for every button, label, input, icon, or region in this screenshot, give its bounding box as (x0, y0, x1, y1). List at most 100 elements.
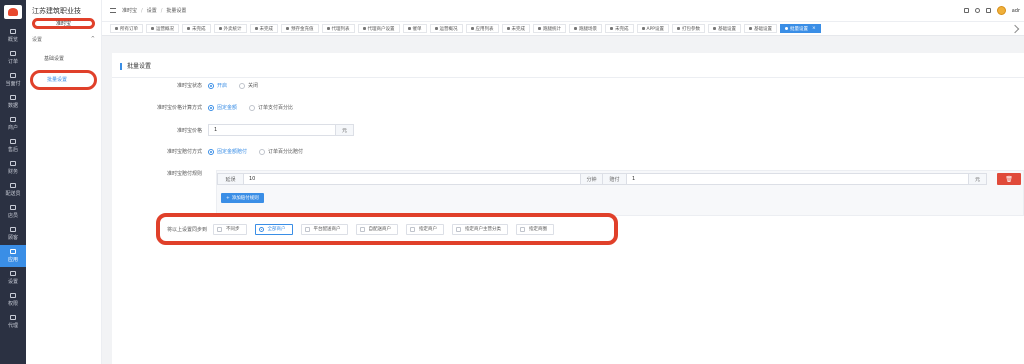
tab-icon (286, 27, 289, 30)
lock-icon[interactable] (985, 8, 991, 13)
delete-rule-button[interactable]: 🗑 (997, 173, 1021, 185)
rail-item[interactable]: 当面付 (0, 69, 26, 91)
tab[interactable]: 外卖统计 (213, 24, 247, 33)
tab-icon (538, 27, 541, 30)
delay-unit: 分钟 (581, 173, 603, 185)
breadcrumb-item: 批量设置 (166, 8, 187, 14)
sync-option[interactable]: 平台配送商户 (300, 223, 348, 235)
card-title: 批量设置 (120, 63, 151, 70)
sync-option-label: 平台配送商户 (313, 227, 341, 232)
tab[interactable]: 未完成 (605, 24, 634, 33)
submenu-title[interactable]: 准时宝 (32, 18, 95, 29)
apps-icon (10, 249, 16, 254)
price-mode-fixed-radio[interactable]: 固定金额 (208, 104, 237, 111)
tab[interactable]: 代理列表 (321, 24, 355, 33)
tab[interactable]: 代理商户设置 (357, 24, 400, 33)
price-row: 准时宝价格 1 元 (112, 124, 354, 136)
breadcrumb-item[interactable]: 准时宝 (122, 7, 137, 14)
tab-icon (641, 27, 645, 30)
status-off-radio[interactable]: 关闭 (239, 82, 258, 89)
rail-item[interactable]: 配送员 (0, 179, 26, 201)
comp-mode-fixed-radio[interactable]: 固定金额赔付 (208, 148, 247, 155)
rail-item[interactable]: 财务 (0, 157, 26, 179)
sync-option-label: 指定商户主营分类 (465, 227, 502, 232)
rail-item[interactable]: 数据 (0, 91, 26, 113)
grid-icon (10, 29, 16, 34)
sync-option[interactable]: 不同步 (213, 223, 247, 235)
tab[interactable]: 未完成 (182, 24, 211, 33)
tab[interactable]: 基础设置 (708, 24, 742, 33)
sync-option[interactable]: 自配送商户 (355, 223, 399, 235)
submenu-group-settings[interactable]: 设置 ^ (26, 32, 101, 47)
tab[interactable]: 未完成 (249, 24, 278, 33)
tab[interactable]: 批量设置 × (780, 24, 821, 33)
username[interactable]: adr (1012, 8, 1020, 14)
price-input[interactable]: 1 (208, 124, 336, 136)
rail-item[interactable]: 应用 (0, 245, 26, 267)
tab-icon (677, 27, 681, 30)
refresh-icon[interactable] (974, 8, 980, 13)
menu-toggle-icon[interactable] (110, 8, 116, 13)
sync-option[interactable]: 全部商户 (254, 223, 293, 235)
close-icon[interactable]: × (812, 26, 816, 31)
sync-option[interactable]: 指定商圈 (516, 223, 555, 235)
rail-item[interactable]: 商户 (0, 113, 26, 135)
status-label: 准时宝状态 (176, 83, 202, 89)
avatar[interactable] (996, 6, 1006, 15)
chevron-right-icon[interactable] (1010, 24, 1020, 33)
tab[interactable]: 未完成 (501, 24, 530, 33)
price-mode-percent-radio[interactable]: 订单支付百分比 (249, 104, 293, 111)
pay-icon (10, 73, 16, 78)
rail-item[interactable]: 代理 (0, 311, 26, 333)
tab[interactable]: APP设置 (636, 24, 670, 33)
comp-mode-percent-radio[interactable]: 订单百分比赔付 (259, 148, 303, 155)
rules-panel: 延误 10 分钟 赔付 1 元 🗑 + 添加赔付规则 (216, 170, 1024, 216)
tab[interactable]: 跑腿场景 (569, 24, 602, 33)
rail-item[interactable]: 售后 (0, 135, 26, 157)
rail-item-label: 设置 (7, 279, 18, 285)
tab-label: 代理列表 (331, 26, 350, 32)
rail-item[interactable]: 概览 (0, 25, 26, 47)
price-unit: 元 (336, 124, 354, 136)
tab-icon (574, 27, 577, 30)
tab-icon (187, 27, 190, 30)
tab[interactable]: 所有订单 (110, 24, 143, 33)
tab[interactable]: 运营概况 (429, 24, 463, 33)
sync-option[interactable]: 指定商户 (406, 223, 445, 235)
add-rule-label: 添加赔付规则 (231, 196, 259, 201)
tab-icon (610, 27, 613, 30)
rules-label: 准时宝赔付规则 (166, 171, 202, 177)
chevron-up-icon: ^ (90, 36, 95, 42)
submenu-item-batch-settings[interactable]: 批量设置 (30, 70, 97, 90)
delay-input[interactable]: 10 (243, 173, 581, 185)
trash-icon: 🗑 (1005, 175, 1013, 183)
tab[interactable]: 预存金充值 (281, 24, 319, 33)
tab-label: 未完成 (192, 26, 206, 32)
tab-icon (218, 27, 222, 30)
submenu-item-basic-settings[interactable]: 基础设置 (26, 52, 101, 66)
breadcrumb-item[interactable]: 设置 (147, 7, 157, 14)
tab[interactable]: 应用列表 (465, 24, 499, 33)
rail-item[interactable]: 设置 (0, 267, 26, 289)
tab[interactable]: 跑腿统计 (533, 24, 566, 33)
sync-option[interactable]: 指定商户主营分类 (452, 223, 509, 235)
sync-option-label: 指定商户 (419, 227, 438, 232)
agent-icon (10, 315, 16, 320)
tab[interactable]: 打包参数 (672, 24, 706, 33)
tab[interactable]: 基础设置 (744, 24, 778, 33)
rail-item[interactable]: 顾客 (0, 223, 26, 245)
fullscreen-icon[interactable] (963, 8, 969, 13)
checkbox-icon (258, 226, 264, 232)
tab[interactable]: 运营概况 (146, 24, 179, 33)
tab[interactable]: 催单 (402, 24, 427, 33)
tab-icon (713, 27, 717, 30)
rail-item[interactable]: 店员 (0, 201, 26, 223)
add-rule-button[interactable]: + 添加赔付规则 (221, 193, 264, 203)
comp-input[interactable]: 1 (627, 173, 969, 185)
divider (112, 77, 1024, 78)
rail-item[interactable]: 权限 (0, 289, 26, 311)
status-on-radio[interactable]: 开启 (208, 82, 227, 89)
tab-label: 运营概况 (156, 26, 174, 32)
rail-item[interactable]: 订单 (0, 47, 26, 69)
breadcrumb-separator: / (141, 7, 143, 14)
